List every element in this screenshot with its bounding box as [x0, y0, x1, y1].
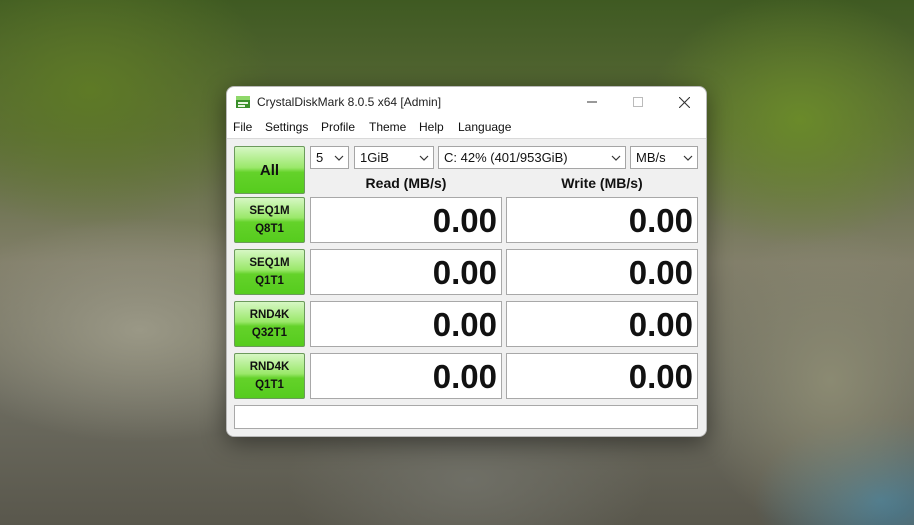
menu-language[interactable]: Language [458, 120, 511, 134]
close-icon [678, 96, 690, 108]
read-result-seq1m-q1t1: 0.00 [310, 249, 502, 295]
unit-select[interactable]: MB/s [630, 146, 698, 169]
test-button-seq1m-q8t1[interactable]: SEQ1M Q8T1 [234, 197, 305, 243]
size-value: 1GiB [360, 150, 389, 165]
minimize-button[interactable] [569, 87, 615, 117]
read-header: Read (MB/s) [365, 175, 447, 191]
minimize-icon [587, 101, 597, 103]
test-label-line2: Q1T1 [255, 275, 284, 287]
drive-select[interactable]: C: 42% (401/953GiB) [438, 146, 626, 169]
test-label-line2: Q8T1 [255, 223, 284, 235]
count-select[interactable]: 5 [310, 146, 349, 169]
write-result-rnd4k-q32t1: 0.00 [506, 301, 698, 347]
menu-settings[interactable]: Settings [265, 120, 308, 134]
menu-file[interactable]: File [233, 120, 252, 134]
maximize-icon [633, 97, 643, 107]
status-bar [234, 405, 698, 429]
read-result-seq1m-q8t1: 0.00 [310, 197, 502, 243]
chevron-down-icon [334, 155, 344, 161]
all-button[interactable]: All [234, 146, 305, 194]
test-label-line2: Q32T1 [251, 327, 288, 339]
menu-profile[interactable]: Profile [321, 120, 355, 134]
test-label-line2: Q1T1 [255, 379, 284, 391]
maximize-button[interactable] [615, 87, 661, 117]
write-header: Write (MB/s) [561, 175, 643, 191]
menu-bar: File Settings Profile Theme Help Languag… [227, 117, 706, 138]
read-result-rnd4k-q1t1: 0.00 [310, 353, 502, 399]
chevron-down-icon [683, 155, 693, 161]
app-window: CrystalDiskMark 8.0.5 x64 [Admin] File S… [226, 86, 707, 437]
unit-value: MB/s [636, 150, 666, 165]
test-label-line1: SEQ1M [249, 205, 290, 217]
window-title: CrystalDiskMark 8.0.5 x64 [Admin] [257, 95, 442, 109]
main-panel: All 5 1GiB C: 42% (401/953GiB) MB/s Read… [227, 138, 706, 436]
test-label-line1: RND4K [249, 309, 290, 321]
chevron-down-icon [419, 155, 429, 161]
chevron-down-icon [611, 155, 621, 161]
close-button[interactable] [661, 87, 706, 117]
write-result-rnd4k-q1t1: 0.00 [506, 353, 698, 399]
drive-value: C: 42% (401/953GiB) [444, 150, 568, 165]
menu-help[interactable]: Help [419, 120, 444, 134]
all-button-label: All [259, 161, 280, 179]
test-button-rnd4k-q1t1[interactable]: RND4K Q1T1 [234, 353, 305, 399]
size-select[interactable]: 1GiB [354, 146, 434, 169]
write-result-seq1m-q1t1: 0.00 [506, 249, 698, 295]
test-label-line1: RND4K [249, 361, 290, 373]
title-bar[interactable]: CrystalDiskMark 8.0.5 x64 [Admin] [227, 87, 706, 117]
read-result-rnd4k-q32t1: 0.00 [310, 301, 502, 347]
test-label-line1: SEQ1M [249, 257, 290, 269]
write-result-seq1m-q8t1: 0.00 [506, 197, 698, 243]
test-button-seq1m-q1t1[interactable]: SEQ1M Q1T1 [234, 249, 305, 295]
count-value: 5 [316, 150, 324, 165]
menu-theme[interactable]: Theme [369, 120, 406, 134]
app-icon [236, 96, 250, 108]
test-button-rnd4k-q32t1[interactable]: RND4K Q32T1 [234, 301, 305, 347]
